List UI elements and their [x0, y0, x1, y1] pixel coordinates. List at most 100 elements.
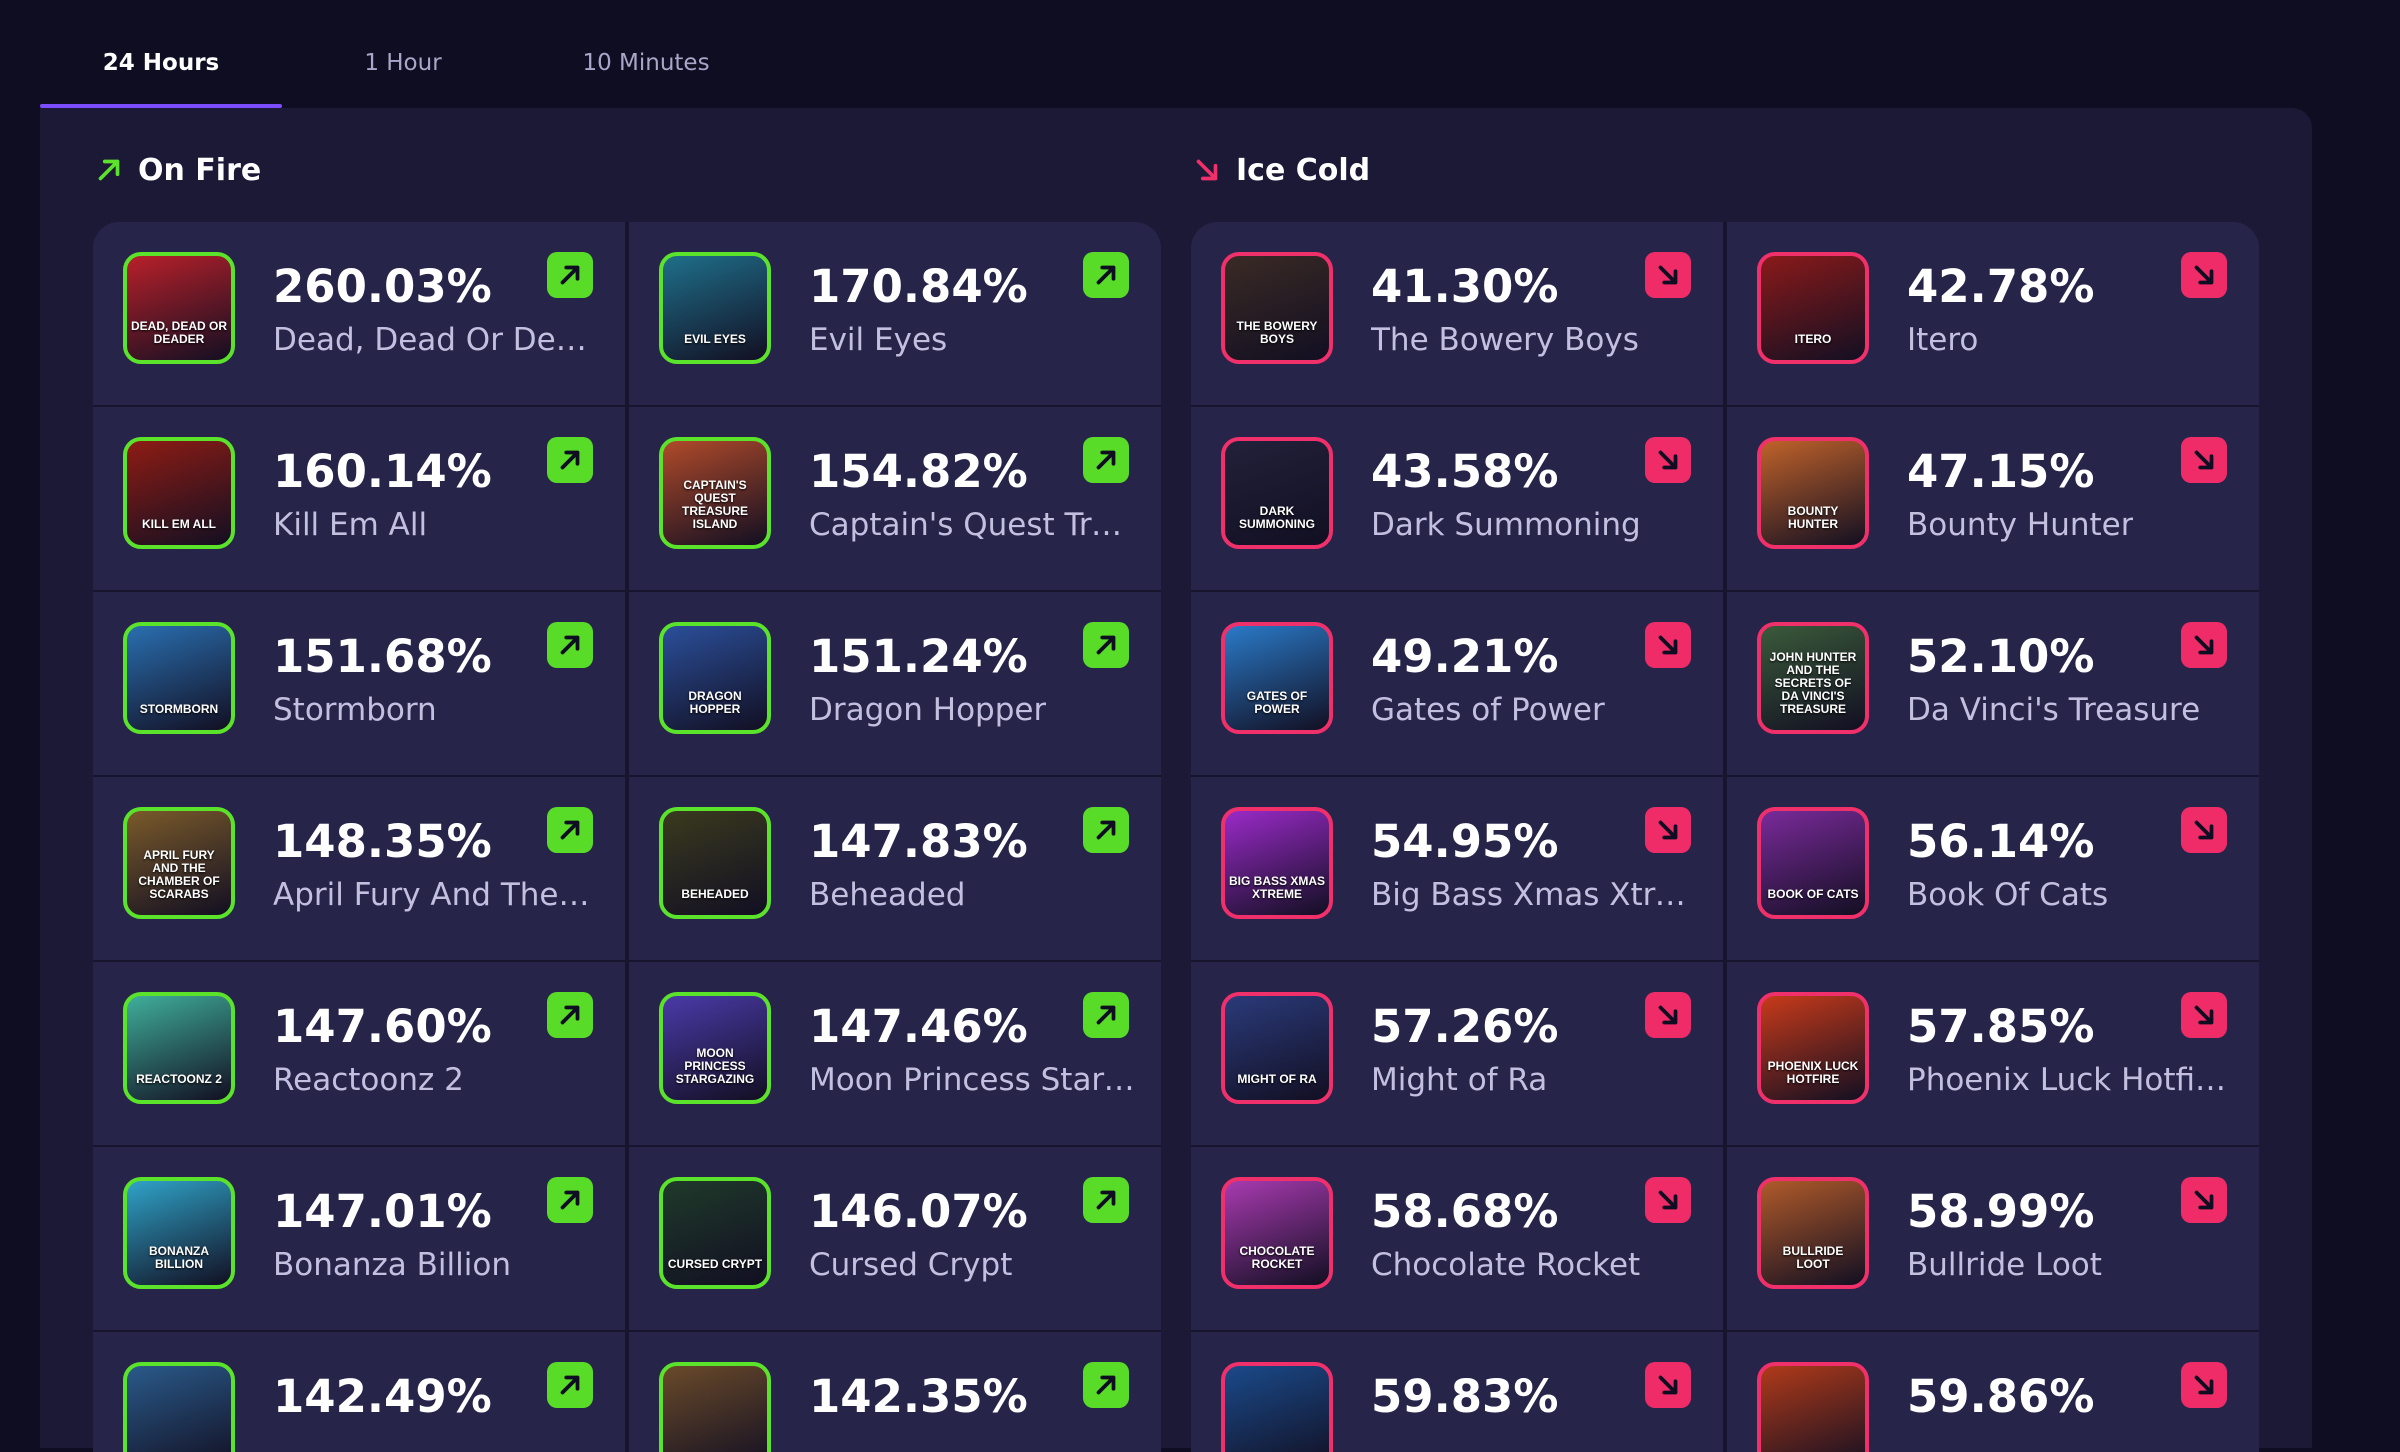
- rtp-percentage: 54.95%: [1371, 815, 1559, 868]
- game-card[interactable]: Bounty Hunter 47.15% Bounty Hunter: [1727, 407, 2259, 590]
- trend-up-icon: [1083, 1362, 1129, 1408]
- game-thumbnail-logo: Bonanza Billion: [149, 1244, 209, 1271]
- game-thumbnail: Beheaded: [659, 807, 771, 919]
- game-card[interactable]: Stormborn 151.68% Stormborn: [93, 592, 625, 775]
- trend-up-icon: [1083, 437, 1129, 483]
- game-card[interactable]: Phoenix Luck Hotfire 57.85% Phoenix Luck H…: [1727, 962, 2259, 1145]
- game-name: Bounty Hunter: [1907, 507, 2134, 543]
- game-card[interactable]: Captain's Quest Treasure Island 154.82% Ca…: [629, 407, 1161, 590]
- game-thumbnail-logo: Cursed Crypt: [667, 1257, 763, 1271]
- game-thumbnail-logo: Itero: [1794, 332, 1832, 346]
- rtp-percentage: 58.99%: [1907, 1185, 2095, 1238]
- game-card[interactable]: Reactoonz 2 147.60% Reactoonz 2: [93, 962, 625, 1145]
- game-card[interactable]: 59.86%: [1727, 1332, 2259, 1452]
- rtp-percentage: 49.21%: [1371, 630, 1559, 683]
- game-thumbnail: Dead, Dead or Deader: [123, 252, 235, 364]
- game-card[interactable]: Book of Cats 56.14% Book Of Cats: [1727, 777, 2259, 960]
- trend-up-icon: [1083, 807, 1129, 853]
- rtp-percentage: 147.83%: [809, 815, 1028, 868]
- game-thumbnail: Might of Ra: [1221, 992, 1333, 1104]
- game-thumbnail: [659, 1362, 771, 1452]
- rtp-percentage: 151.24%: [809, 630, 1028, 683]
- game-card[interactable]: Dark Summoning 43.58% Dark Summoning: [1191, 407, 1723, 590]
- on-fire-list: Dead, Dead or Deader 260.03% Dead, Dead Or…: [93, 222, 1161, 1452]
- game-thumbnail-logo: Bounty Hunter: [1787, 504, 1839, 531]
- game-name: Dead, Dead Or Dead...: [273, 322, 599, 358]
- game-card[interactable]: Evil Eyes 170.84% Evil Eyes: [629, 222, 1161, 405]
- rtp-percentage: 43.58%: [1371, 445, 1559, 498]
- game-card[interactable]: Itero 42.78% Itero: [1727, 222, 2259, 405]
- game-thumbnail-logo: Dead, Dead or Deader: [131, 319, 228, 346]
- game-thumbnail-logo: Stormborn: [139, 702, 219, 716]
- game-thumbnail-logo: Might of Ra: [1237, 1072, 1317, 1086]
- game-card[interactable]: Beheaded 147.83% Beheaded: [629, 777, 1161, 960]
- trend-down-icon: [1645, 992, 1691, 1038]
- game-name: Beheaded: [809, 877, 966, 913]
- rtp-percentage: 47.15%: [1907, 445, 2095, 498]
- arrow-up-right-icon: [98, 159, 120, 181]
- rtp-percentage: 142.35%: [809, 1370, 1028, 1423]
- game-name: Cursed Crypt: [809, 1247, 1013, 1283]
- ice-cold-header: Ice Cold: [1190, 150, 1370, 190]
- game-thumbnail-logo: Captain's Quest Treasure Island: [681, 478, 748, 531]
- trend-down-icon: [2181, 437, 2227, 483]
- game-card[interactable]: April Fury and the Chamber of Scarabs 148…: [93, 777, 625, 960]
- game-card[interactable]: Chocolate Rocket 58.68% Chocolate Rocket: [1191, 1147, 1723, 1330]
- rtp-percentage: 147.01%: [273, 1185, 492, 1238]
- game-name: Big Bass Xmas Xtreme: [1371, 877, 1697, 913]
- trend-down-icon: [2181, 252, 2227, 298]
- game-thumbnail: Big Bass Xmas Xtreme: [1221, 807, 1333, 919]
- on-fire-title: On Fire: [138, 152, 262, 188]
- game-card[interactable]: Bullride Loot 58.99% Bullride Loot: [1727, 1147, 2259, 1330]
- game-card[interactable]: 59.83%: [1191, 1332, 1723, 1452]
- game-thumbnail-logo: The Bowery Boys: [1236, 319, 1318, 346]
- tab-24-hours[interactable]: 24 Hours: [40, 0, 282, 106]
- game-card[interactable]: Bonanza Billion 147.01% Bonanza Billion: [93, 1147, 625, 1330]
- rtp-percentage: 160.14%: [273, 445, 492, 498]
- game-card[interactable]: Dragon Hopper 151.24% Dragon Hopper: [629, 592, 1161, 775]
- game-card[interactable]: Might of Ra 57.26% Might of Ra: [1191, 962, 1723, 1145]
- game-thumbnail: [1757, 1362, 1869, 1452]
- game-thumbnail: Captain's Quest Treasure Island: [659, 437, 771, 549]
- game-name: Gates of Power: [1371, 692, 1605, 728]
- trend-down-icon: [1645, 1177, 1691, 1223]
- game-thumbnail: Reactoonz 2: [123, 992, 235, 1104]
- game-card[interactable]: Cursed Crypt 146.07% Cursed Crypt: [629, 1147, 1161, 1330]
- game-thumbnail-logo: April Fury and the Chamber of Scarabs: [138, 848, 220, 901]
- game-card[interactable]: Dead, Dead or Deader 260.03% Dead, Dead Or…: [93, 222, 625, 405]
- game-thumbnail: Chocolate Rocket: [1221, 1177, 1333, 1289]
- game-card[interactable]: Kill Em All 160.14% Kill Em All: [93, 407, 625, 590]
- rtp-percentage: 42.78%: [1907, 260, 2095, 313]
- game-card[interactable]: Moon Princess Stargazing 147.46% Moon Prin…: [629, 962, 1161, 1145]
- game-name: Moon Princess Starg...: [809, 1062, 1135, 1098]
- game-thumbnail-logo: Big Bass Xmas Xtreme: [1229, 874, 1326, 901]
- game-name: Reactoonz 2: [273, 1062, 464, 1098]
- game-card[interactable]: The Bowery Boys 41.30% The Bowery Boys: [1191, 222, 1723, 405]
- rtp-percentage: 57.26%: [1371, 1000, 1559, 1053]
- rtp-percentage: 147.46%: [809, 1000, 1028, 1053]
- game-card[interactable]: Big Bass Xmas Xtreme 54.95% Big Bass Xmas …: [1191, 777, 1723, 960]
- trend-down-icon: [2181, 1177, 2227, 1223]
- game-thumbnail-logo: Evil Eyes: [684, 332, 746, 346]
- game-thumbnail: Itero: [1757, 252, 1869, 364]
- game-card[interactable]: 142.49%: [93, 1332, 625, 1452]
- tab-10-minutes[interactable]: 10 Minutes: [524, 0, 768, 106]
- game-name: Stormborn: [273, 692, 437, 728]
- game-name: Itero: [1907, 322, 1979, 358]
- trend-down-icon: [1645, 622, 1691, 668]
- time-range-tabs: 24 Hours 1 Hour 10 Minutes: [40, 0, 2310, 108]
- game-card[interactable]: John Hunter and the Secrets of Da Vinci'…: [1727, 592, 2259, 775]
- trend-up-icon: [547, 252, 593, 298]
- game-thumbnail: Kill Em All: [123, 437, 235, 549]
- game-card[interactable]: 142.35%: [629, 1332, 1161, 1452]
- ice-cold-list: The Bowery Boys 41.30% The Bowery Boys Iter…: [1191, 222, 2259, 1452]
- game-card[interactable]: Gates of Power 49.21% Gates of Power: [1191, 592, 1723, 775]
- game-name: Dragon Hopper: [809, 692, 1047, 728]
- tab-1-hour[interactable]: 1 Hour: [282, 0, 524, 106]
- game-thumbnail: April Fury and the Chamber of Scarabs: [123, 807, 235, 919]
- rtp-percentage: 59.86%: [1907, 1370, 2095, 1423]
- game-name: April Fury And The C...: [273, 877, 599, 913]
- game-thumbnail: Dark Summoning: [1221, 437, 1333, 549]
- rtp-percentage: 170.84%: [809, 260, 1028, 313]
- on-fire-header: On Fire: [92, 150, 261, 190]
